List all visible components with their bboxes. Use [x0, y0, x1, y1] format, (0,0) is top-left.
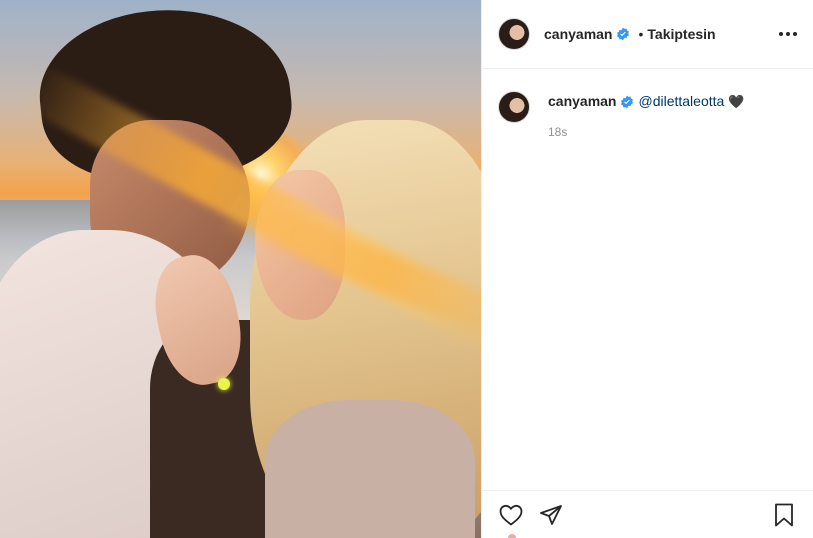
avatar[interactable] — [498, 18, 530, 50]
post-photo[interactable] — [0, 0, 481, 538]
separator-dot: • — [638, 26, 644, 42]
caption-comment: canyaman @dilettaleotta 🖤 18s — [482, 69, 813, 139]
more-options-icon[interactable] — [779, 32, 797, 36]
avatar[interactable] — [498, 91, 530, 123]
verified-badge-icon — [620, 95, 634, 109]
share-icon[interactable] — [538, 502, 564, 528]
bookmark-icon[interactable] — [771, 502, 797, 528]
mention-link[interactable]: @dilettaleotta — [638, 93, 724, 109]
heart-icon[interactable] — [498, 502, 524, 528]
verified-badge-icon — [616, 27, 630, 41]
avatar — [508, 534, 516, 538]
caption-username[interactable]: canyaman — [548, 93, 616, 109]
follow-status[interactable]: Takiptesin — [647, 26, 715, 42]
caption-text: canyaman @dilettaleotta 🖤 — [548, 91, 744, 111]
sweater — [265, 400, 475, 538]
author-username[interactable]: canyaman — [544, 26, 612, 42]
post-modal: canyaman • Takiptesin canyaman @dilettale… — [0, 0, 813, 538]
lens-flare-dot — [218, 378, 230, 390]
post-sidebar: canyaman • Takiptesin canyaman @dilettale… — [481, 0, 813, 538]
black-heart-emoji: 🖤 — [728, 94, 745, 109]
action-bar — [482, 490, 813, 538]
post-time[interactable]: 18s — [548, 125, 744, 139]
post-header: canyaman • Takiptesin — [482, 0, 813, 69]
